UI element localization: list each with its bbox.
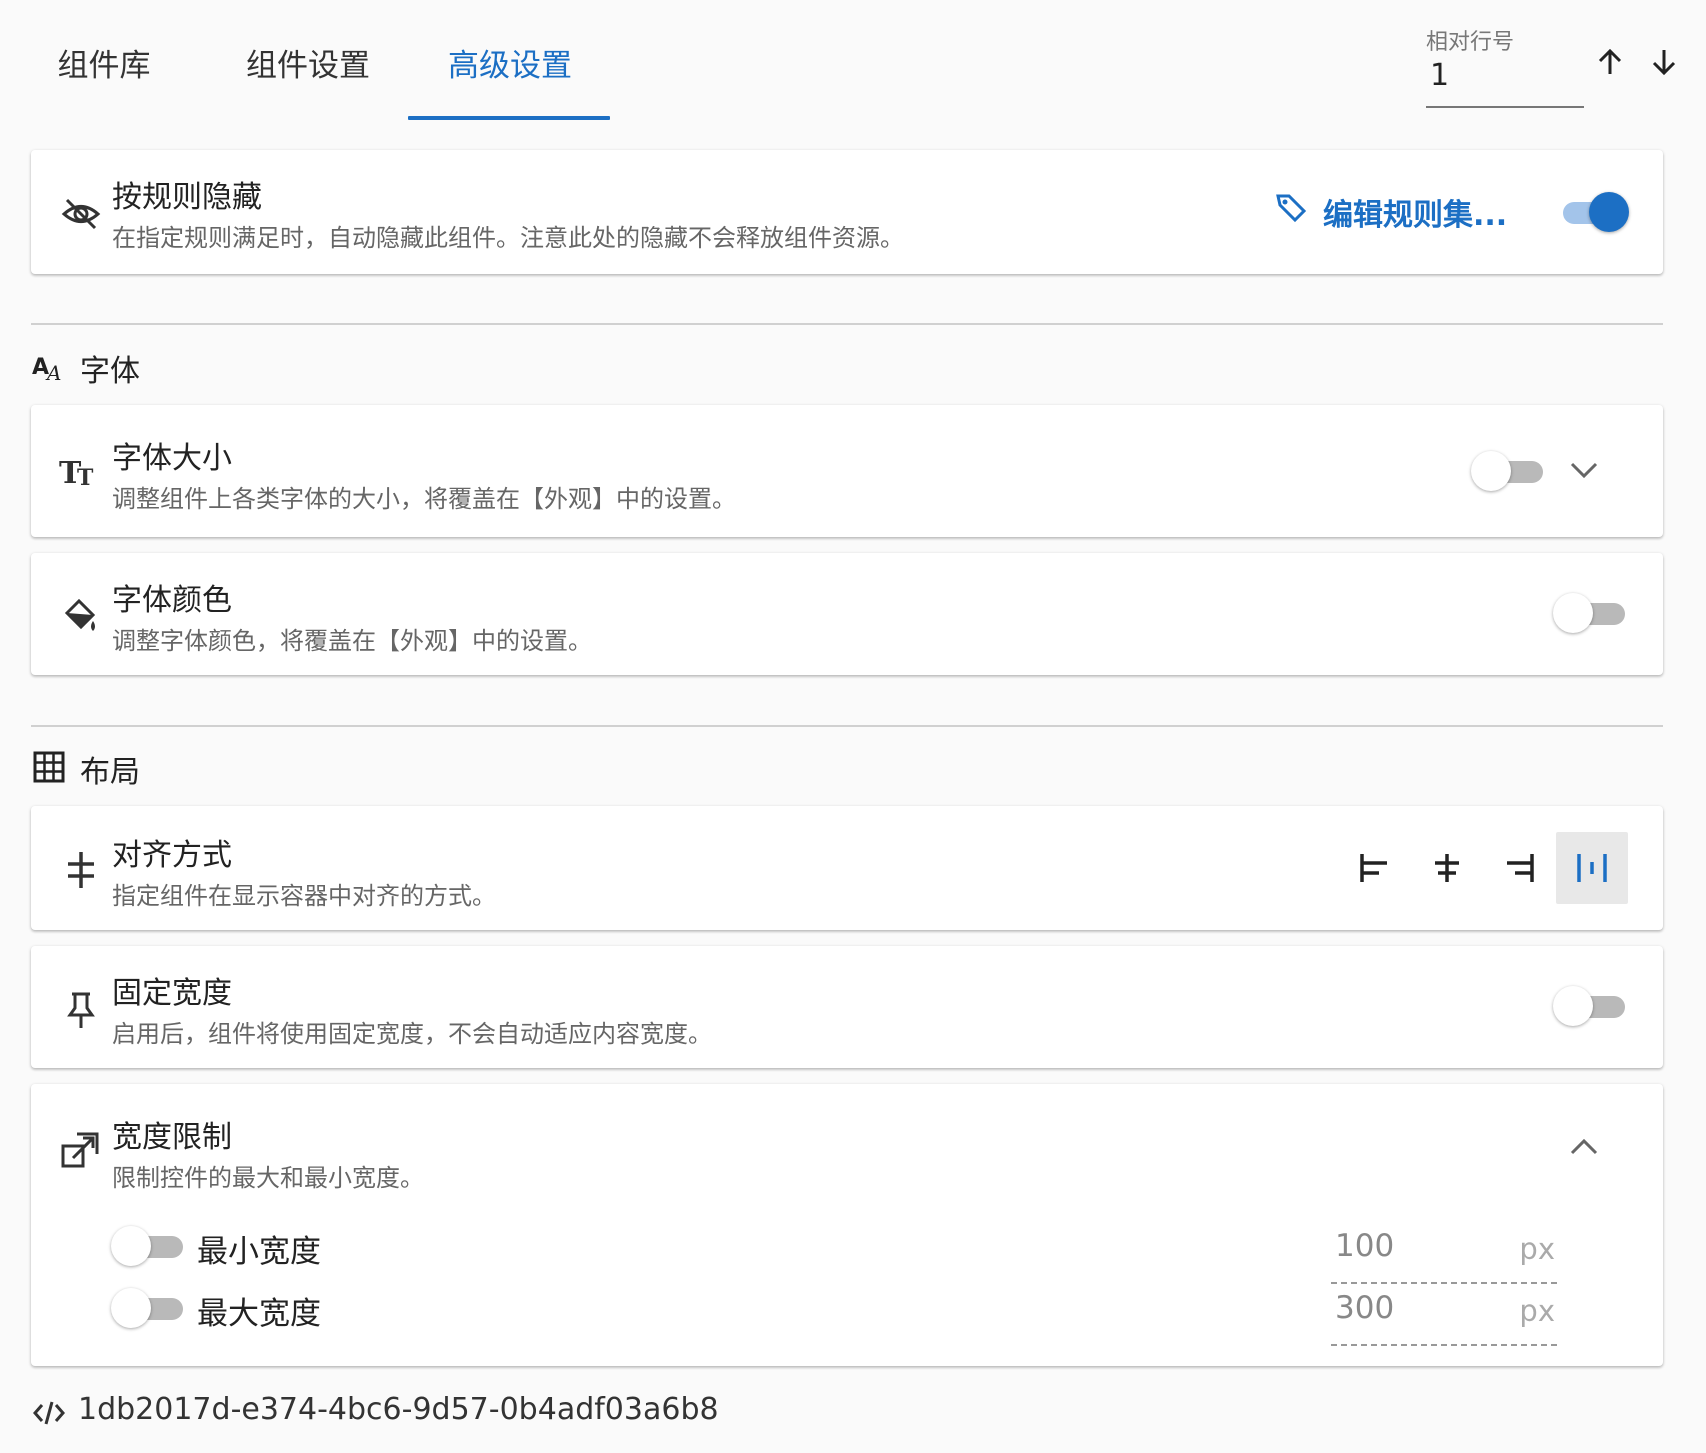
pin-icon — [59, 988, 103, 1032]
align-stretch-button[interactable] — [1556, 832, 1628, 904]
font-color-title: 字体颜色 — [112, 583, 232, 618]
min-width-switch[interactable] — [111, 1224, 187, 1268]
arrow-down-icon[interactable] — [1644, 42, 1684, 82]
hide-rule-title: 按规则隐藏 — [112, 180, 262, 215]
align-center-icon — [59, 848, 103, 892]
switch-thumb — [111, 1288, 151, 1328]
relative-row-label: 相对行号 — [1426, 30, 1515, 55]
eye-off-icon — [59, 192, 103, 236]
align-left-button[interactable] — [1339, 832, 1411, 904]
font-color-desc: 调整字体颜色，将覆盖在【外观】中的设置。 — [112, 627, 592, 655]
tab-label: 高级设置 — [448, 48, 572, 84]
font-color-card: 字体颜色 调整字体颜色，将覆盖在【外观】中的设置。 — [31, 553, 1663, 675]
switch-thumb — [1553, 986, 1593, 1026]
font-size-title: 字体大小 — [112, 441, 232, 476]
max-width-value: 300 — [1335, 1290, 1395, 1326]
font-size-switch[interactable] — [1471, 449, 1547, 493]
align-title: 对齐方式 — [112, 838, 232, 873]
active-tab-indicator — [408, 116, 610, 120]
section-divider — [31, 323, 1663, 325]
min-width-unit: px — [1519, 1232, 1555, 1266]
font-section-title: 字体 — [80, 354, 140, 389]
layout-section-title: 布局 — [80, 755, 140, 790]
fixed-width-desc: 启用后，组件将使用固定宽度，不会自动适应内容宽度。 — [112, 1020, 712, 1048]
relative-row-field[interactable]: 相对行号 1 — [1426, 24, 1584, 108]
fixed-width-switch[interactable] — [1553, 984, 1629, 1028]
tab-component-library[interactable]: 组件库 — [44, 44, 164, 122]
fixed-width-title: 固定宽度 — [112, 976, 232, 1011]
max-width-input[interactable]: 300 px — [1331, 1288, 1557, 1346]
tab-label: 组件设置 — [246, 48, 370, 84]
chevron-up-icon[interactable] — [1567, 1130, 1601, 1164]
component-id[interactable]: 1db2017d-e374-4bc6-9d57-0b4adf03a6b8 — [78, 1392, 719, 1427]
max-width-switch[interactable] — [111, 1286, 187, 1330]
hide-rule-desc: 在指定规则满足时，自动隐藏此组件。注意此处的隐藏不会释放组件资源。 — [112, 224, 904, 252]
tag-icon — [1275, 191, 1309, 233]
width-limit-card: 宽度限制 限制控件的最大和最小宽度。 最小宽度 100 px 最大宽度 300 … — [31, 1084, 1663, 1366]
width-limit-title: 宽度限制 — [112, 1120, 232, 1155]
switch-thumb — [1471, 451, 1511, 491]
field-underline — [1426, 106, 1584, 108]
align-right-button[interactable] — [1483, 832, 1555, 904]
max-width-unit: px — [1519, 1294, 1555, 1328]
tab-bar: 组件库 组件设置 高级设置 — [0, 0, 680, 122]
svg-text:T: T — [77, 465, 94, 491]
font-section-icon: A A — [32, 350, 66, 385]
relative-row-value[interactable]: 1 — [1430, 58, 1449, 93]
input-underline — [1331, 1282, 1557, 1284]
width-limit-desc: 限制控件的最大和最小宽度。 — [112, 1164, 424, 1192]
switch-thumb — [1589, 192, 1629, 232]
svg-text:A: A — [45, 361, 61, 384]
align-card: 对齐方式 指定组件在显示容器中对齐的方式。 — [31, 806, 1663, 930]
resize-icon — [59, 1128, 103, 1172]
input-underline — [1331, 1344, 1557, 1346]
max-width-label: 最大宽度 — [197, 1296, 321, 1332]
grid-icon — [32, 750, 66, 784]
font-color-switch[interactable] — [1553, 591, 1629, 635]
text-size-icon: T T — [59, 449, 103, 493]
font-size-card: T T 字体大小 调整组件上各类字体的大小，将覆盖在【外观】中的设置。 — [31, 405, 1663, 537]
section-divider — [31, 725, 1663, 727]
arrow-up-icon[interactable] — [1590, 42, 1630, 82]
font-size-desc: 调整组件上各类字体的大小，将覆盖在【外观】中的设置。 — [112, 485, 736, 513]
min-width-value: 100 — [1335, 1228, 1395, 1264]
align-center-button[interactable] — [1411, 832, 1483, 904]
tab-advanced-settings[interactable]: 高级设置 — [430, 44, 590, 122]
edit-rules-label: 编辑规则集... — [1323, 198, 1508, 233]
align-desc: 指定组件在显示容器中对齐的方式。 — [112, 882, 496, 910]
hide-rule-switch[interactable] — [1553, 190, 1629, 234]
hide-rule-card: 按规则隐藏 在指定规则满足时，自动隐藏此组件。注意此处的隐藏不会释放组件资源。 … — [31, 150, 1663, 274]
tab-label: 组件库 — [57, 48, 151, 84]
min-width-input[interactable]: 100 px — [1331, 1226, 1557, 1284]
edit-rules-button[interactable]: 编辑规则集... — [1275, 190, 1507, 234]
min-width-label: 最小宽度 — [197, 1234, 321, 1270]
code-icon — [32, 1396, 66, 1430]
switch-thumb — [1553, 593, 1593, 633]
switch-thumb — [111, 1226, 151, 1266]
fixed-width-card: 固定宽度 启用后，组件将使用固定宽度，不会自动适应内容宽度。 — [31, 946, 1663, 1068]
paint-bucket-icon — [59, 593, 103, 637]
tab-component-settings[interactable]: 组件设置 — [228, 44, 388, 122]
chevron-down-icon[interactable] — [1567, 453, 1601, 487]
